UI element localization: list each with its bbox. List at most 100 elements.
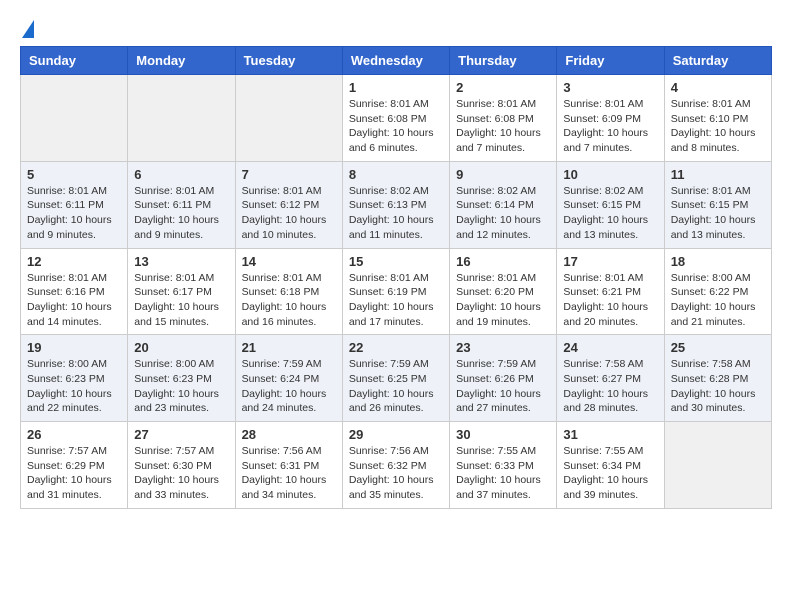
day-number: 8 [349, 167, 443, 182]
weekday-header: Sunday [21, 47, 128, 75]
day-number: 20 [134, 340, 228, 355]
day-info: Sunrise: 8:01 AM Sunset: 6:19 PM Dayligh… [349, 271, 443, 330]
logo-icon [22, 20, 34, 38]
day-info: Sunrise: 8:00 AM Sunset: 6:22 PM Dayligh… [671, 271, 765, 330]
calendar-cell: 6 Sunrise: 8:01 AM Sunset: 6:11 PM Daylig… [128, 161, 235, 248]
day-info: Sunrise: 8:01 AM Sunset: 6:11 PM Dayligh… [27, 184, 121, 243]
calendar-cell: 18 Sunrise: 8:00 AM Sunset: 6:22 PM Dayli… [664, 248, 771, 335]
calendar-cell: 14Sunrise: 8:01 AM Sunset: 6:18 PM Dayli… [235, 248, 342, 335]
header [20, 20, 772, 36]
day-info: Sunrise: 7:57 AM Sunset: 6:29 PM Dayligh… [27, 444, 121, 503]
calendar-cell: 23 Sunrise: 7:59 AM Sunset: 6:26 PM Dayli… [450, 335, 557, 422]
weekday-header-row: SundayMondayTuesdayWednesdayThursdayFrid… [21, 47, 772, 75]
calendar-cell [128, 75, 235, 162]
calendar-cell: 19 Sunrise: 8:00 AM Sunset: 6:23 PM Dayli… [21, 335, 128, 422]
calendar-cell: 22Sunrise: 7:59 AM Sunset: 6:25 PM Dayli… [342, 335, 449, 422]
calendar-cell: 24 Sunrise: 7:58 AM Sunset: 6:27 PM Dayli… [557, 335, 664, 422]
day-info: Sunrise: 7:59 AM Sunset: 6:26 PM Dayligh… [456, 357, 550, 416]
day-info: Sunrise: 8:01 AM Sunset: 6:18 PM Dayligh… [242, 271, 336, 330]
day-number: 17 [563, 254, 657, 269]
day-info: Sunrise: 7:59 AM Sunset: 6:24 PM Dayligh… [242, 357, 336, 416]
calendar-cell [664, 422, 771, 509]
day-number: 30 [456, 427, 550, 442]
weekday-header: Friday [557, 47, 664, 75]
weekday-header: Tuesday [235, 47, 342, 75]
day-number: 5 [27, 167, 121, 182]
day-number: 15 [349, 254, 443, 269]
calendar-cell: 2 Sunrise: 8:01 AM Sunset: 6:08 PM Daylig… [450, 75, 557, 162]
logo [20, 20, 34, 36]
day-info: Sunrise: 8:01 AM Sunset: 6:08 PM Dayligh… [456, 97, 550, 156]
weekday-header: Saturday [664, 47, 771, 75]
day-number: 27 [134, 427, 228, 442]
calendar-week-row: 5 Sunrise: 8:01 AM Sunset: 6:11 PM Daylig… [21, 161, 772, 248]
day-info: Sunrise: 8:02 AM Sunset: 6:14 PM Dayligh… [456, 184, 550, 243]
calendar-cell: 4Sunrise: 8:01 AM Sunset: 6:10 PM Daylig… [664, 75, 771, 162]
day-info: Sunrise: 8:00 AM Sunset: 6:23 PM Dayligh… [27, 357, 121, 416]
day-info: Sunrise: 7:56 AM Sunset: 6:31 PM Dayligh… [242, 444, 336, 503]
day-number: 13 [134, 254, 228, 269]
day-info: Sunrise: 8:01 AM Sunset: 6:15 PM Dayligh… [671, 184, 765, 243]
calendar-cell: 12 Sunrise: 8:01 AM Sunset: 6:16 PM Dayli… [21, 248, 128, 335]
calendar-cell: 9Sunrise: 8:02 AM Sunset: 6:14 PM Daylig… [450, 161, 557, 248]
logo-text [20, 20, 34, 36]
calendar-week-row: 19 Sunrise: 8:00 AM Sunset: 6:23 PM Dayli… [21, 335, 772, 422]
calendar-cell: 7 Sunrise: 8:01 AM Sunset: 6:12 PM Daylig… [235, 161, 342, 248]
day-number: 1 [349, 80, 443, 95]
day-number: 29 [349, 427, 443, 442]
weekday-header: Monday [128, 47, 235, 75]
calendar-cell: 26 Sunrise: 7:57 AM Sunset: 6:29 PM Dayli… [21, 422, 128, 509]
day-number: 26 [27, 427, 121, 442]
day-number: 4 [671, 80, 765, 95]
day-info: Sunrise: 8:02 AM Sunset: 6:13 PM Dayligh… [349, 184, 443, 243]
calendar-cell: 25 Sunrise: 7:58 AM Sunset: 6:28 PM Dayli… [664, 335, 771, 422]
day-info: Sunrise: 8:00 AM Sunset: 6:23 PM Dayligh… [134, 357, 228, 416]
calendar-cell: 29 Sunrise: 7:56 AM Sunset: 6:32 PM Dayli… [342, 422, 449, 509]
day-number: 24 [563, 340, 657, 355]
calendar-cell: 31Sunrise: 7:55 AM Sunset: 6:34 PM Dayli… [557, 422, 664, 509]
weekday-header: Thursday [450, 47, 557, 75]
day-info: Sunrise: 7:58 AM Sunset: 6:28 PM Dayligh… [671, 357, 765, 416]
calendar-cell: 21Sunrise: 7:59 AM Sunset: 6:24 PM Dayli… [235, 335, 342, 422]
calendar-cell: 8 Sunrise: 8:02 AM Sunset: 6:13 PM Daylig… [342, 161, 449, 248]
calendar-cell [21, 75, 128, 162]
day-info: Sunrise: 8:01 AM Sunset: 6:16 PM Dayligh… [27, 271, 121, 330]
day-info: Sunrise: 7:59 AM Sunset: 6:25 PM Dayligh… [349, 357, 443, 416]
calendar-cell: 5 Sunrise: 8:01 AM Sunset: 6:11 PM Daylig… [21, 161, 128, 248]
calendar-cell: 20 Sunrise: 8:00 AM Sunset: 6:23 PM Dayli… [128, 335, 235, 422]
calendar-cell: 1Sunrise: 8:01 AM Sunset: 6:08 PM Daylig… [342, 75, 449, 162]
day-info: Sunrise: 8:02 AM Sunset: 6:15 PM Dayligh… [563, 184, 657, 243]
calendar-cell: 10Sunrise: 8:02 AM Sunset: 6:15 PM Dayli… [557, 161, 664, 248]
day-number: 7 [242, 167, 336, 182]
day-number: 12 [27, 254, 121, 269]
calendar-table: SundayMondayTuesdayWednesdayThursdayFrid… [20, 46, 772, 509]
day-number: 2 [456, 80, 550, 95]
day-info: Sunrise: 7:56 AM Sunset: 6:32 PM Dayligh… [349, 444, 443, 503]
day-info: Sunrise: 7:58 AM Sunset: 6:27 PM Dayligh… [563, 357, 657, 416]
calendar-cell: 3Sunrise: 8:01 AM Sunset: 6:09 PM Daylig… [557, 75, 664, 162]
day-info: Sunrise: 8:01 AM Sunset: 6:12 PM Dayligh… [242, 184, 336, 243]
calendar-cell: 13Sunrise: 8:01 AM Sunset: 6:17 PM Dayli… [128, 248, 235, 335]
calendar-cell: 28 Sunrise: 7:56 AM Sunset: 6:31 PM Dayli… [235, 422, 342, 509]
page: SundayMondayTuesdayWednesdayThursdayFrid… [0, 0, 792, 519]
day-number: 25 [671, 340, 765, 355]
day-number: 28 [242, 427, 336, 442]
day-number: 6 [134, 167, 228, 182]
calendar-week-row: 12 Sunrise: 8:01 AM Sunset: 6:16 PM Dayli… [21, 248, 772, 335]
day-number: 23 [456, 340, 550, 355]
calendar-week-row: 26 Sunrise: 7:57 AM Sunset: 6:29 PM Dayli… [21, 422, 772, 509]
day-info: Sunrise: 7:55 AM Sunset: 6:33 PM Dayligh… [456, 444, 550, 503]
calendar-cell: 15 Sunrise: 8:01 AM Sunset: 6:19 PM Dayli… [342, 248, 449, 335]
weekday-header: Wednesday [342, 47, 449, 75]
day-info: Sunrise: 7:57 AM Sunset: 6:30 PM Dayligh… [134, 444, 228, 503]
day-info: Sunrise: 7:55 AM Sunset: 6:34 PM Dayligh… [563, 444, 657, 503]
day-number: 18 [671, 254, 765, 269]
day-info: Sunrise: 8:01 AM Sunset: 6:21 PM Dayligh… [563, 271, 657, 330]
calendar-cell: 16Sunrise: 8:01 AM Sunset: 6:20 PM Dayli… [450, 248, 557, 335]
calendar-cell: 30 Sunrise: 7:55 AM Sunset: 6:33 PM Dayli… [450, 422, 557, 509]
day-info: Sunrise: 8:01 AM Sunset: 6:09 PM Dayligh… [563, 97, 657, 156]
day-number: 19 [27, 340, 121, 355]
day-info: Sunrise: 8:01 AM Sunset: 6:11 PM Dayligh… [134, 184, 228, 243]
day-info: Sunrise: 8:01 AM Sunset: 6:20 PM Dayligh… [456, 271, 550, 330]
calendar-week-row: 1 Sunrise: 8:01 AM Sunset: 6:08 PM Daylig… [21, 75, 772, 162]
